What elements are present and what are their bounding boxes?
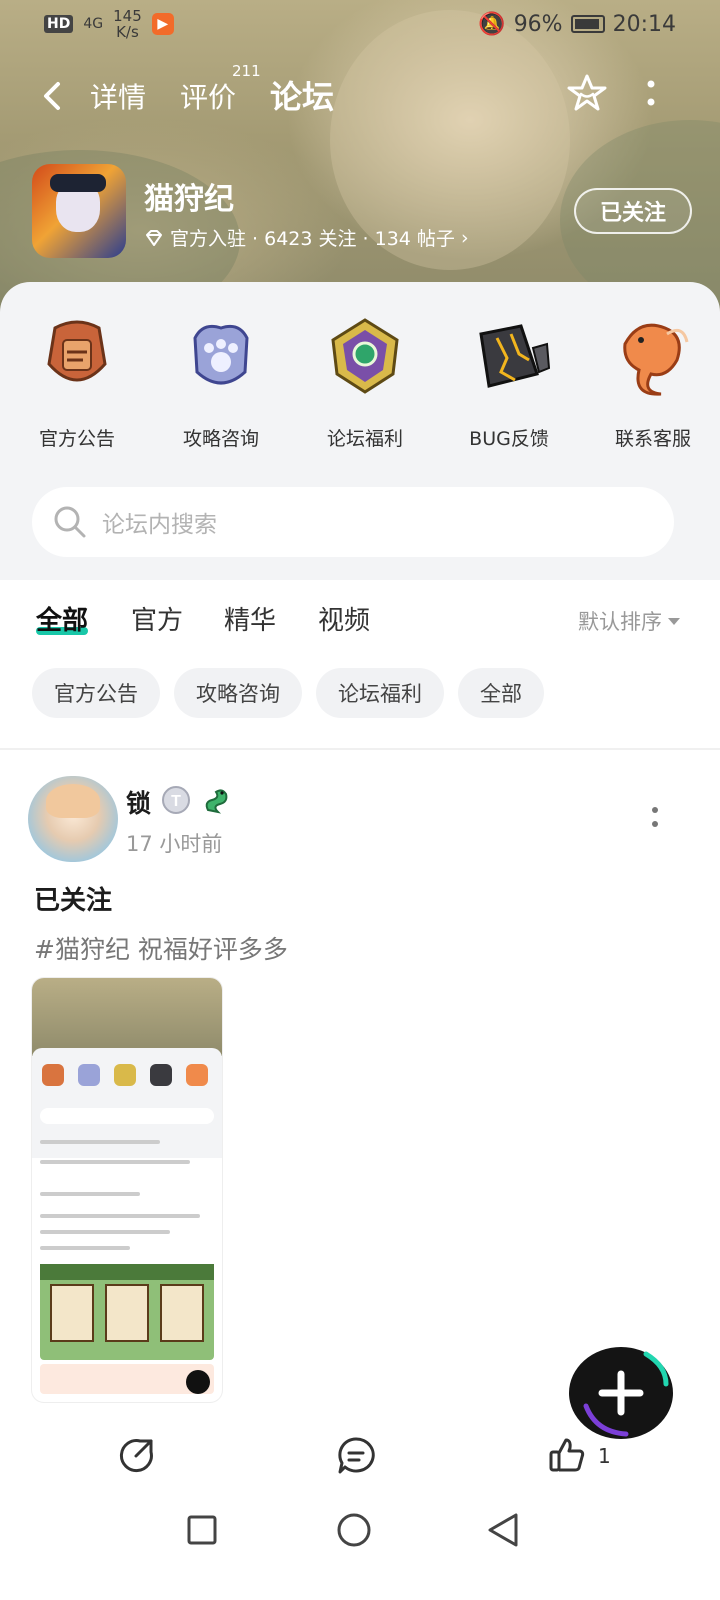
post-title[interactable]: 已关注: [34, 880, 112, 917]
category-label: 联系客服: [614, 428, 691, 450]
post-time: 17 小时前: [126, 832, 223, 856]
tab-detail[interactable]: 详情: [90, 76, 146, 116]
nav-back-icon[interactable]: [486, 1512, 520, 1548]
filter-tab-all[interactable]: 全部: [36, 600, 89, 637]
tab-review-label: 评价: [180, 81, 237, 114]
system-navigation-bar: [0, 1500, 720, 1600]
game-meta-text: 官方入驻 · 6423 关注 · 134 帖子: [170, 228, 455, 250]
back-arrow-icon[interactable]: [38, 78, 66, 114]
review-count: 211: [232, 62, 261, 80]
network-type: 4G: [83, 16, 104, 32]
recent-apps-icon[interactable]: [186, 1514, 218, 1546]
post-more-icon[interactable]: [650, 806, 660, 828]
filter-tab-official[interactable]: 官方: [131, 600, 183, 637]
tab-forum-label: 论坛: [270, 78, 335, 116]
category-welfare[interactable]: 论坛福利: [298, 314, 432, 451]
avatar[interactable]: [28, 776, 118, 862]
tab-review[interactable]: 评价 211: [180, 62, 261, 116]
level-badge-icon: T: [162, 786, 190, 814]
snake-badge-icon: [205, 789, 228, 814]
post-username[interactable]: 锁: [126, 784, 151, 820]
koi-fish-icon: [623, 323, 689, 396]
home-icon[interactable]: [336, 1512, 372, 1548]
post-text[interactable]: #猫狩纪 祝福好评多多: [34, 930, 288, 966]
svg-text:T: T: [171, 793, 181, 810]
caret-down-icon: [668, 617, 680, 625]
status-bar: HD 4G 145 K/s ▶ 🔕 96% 20:14: [0, 0, 720, 48]
more-options-icon[interactable]: [644, 78, 658, 108]
like-count: 1: [598, 1444, 611, 1468]
chip-official-announcement[interactable]: 官方公告: [32, 668, 160, 718]
category-customer-service[interactable]: 联系客服: [586, 314, 720, 451]
sort-label: 默认排序: [578, 610, 662, 634]
battery-icon: [570, 15, 605, 33]
network-speed: 145 K/s: [113, 7, 142, 41]
paw-badge-icon: [193, 324, 249, 385]
top-navigation: 详情 评价 211 论坛: [0, 62, 720, 124]
battery-percent: 96%: [513, 11, 563, 37]
search-placeholder: 论坛内搜索: [102, 512, 217, 538]
app-notification-icon: ▶: [151, 13, 174, 35]
favorite-star-icon[interactable]: [566, 72, 608, 114]
forum-category-panel: 官方公告 攻略咨询 论坛福利 BUG反馈 联系客服 论坛内搜索: [0, 282, 720, 580]
topic-chips: 官方公告 攻略咨询 论坛福利 全部: [32, 668, 544, 718]
game-app-icon[interactable]: [32, 164, 126, 258]
forum-search-bar[interactable]: 论坛内搜索: [32, 487, 674, 557]
hd-indicator: HD: [44, 15, 74, 33]
post-image-thumbnail[interactable]: [32, 978, 222, 1402]
section-divider: [0, 748, 720, 750]
silent-icon: 🔕: [478, 11, 506, 37]
search-icon: [54, 506, 86, 538]
category-strategy[interactable]: 攻略咨询: [154, 314, 288, 451]
chip-strategy[interactable]: 攻略咨询: [174, 668, 302, 718]
share-icon[interactable]: [118, 1436, 156, 1474]
follow-button[interactable]: 已关注: [574, 188, 692, 234]
filter-tab-video[interactable]: 视频: [318, 600, 370, 637]
filter-tab-label: 全部: [36, 606, 89, 636]
sort-dropdown[interactable]: 默认排序: [578, 606, 680, 636]
game-stats[interactable]: 官方入驻 · 6423 关注 · 134 帖子 ›: [144, 224, 469, 251]
comment-icon[interactable]: [336, 1436, 376, 1476]
tab-forum[interactable]: 论坛: [270, 72, 335, 120]
category-label: 官方公告: [38, 428, 115, 450]
category-label: 攻略咨询: [182, 428, 259, 450]
post-action-bar: 1: [0, 1420, 720, 1490]
game-info: 猫狩纪 官方入驻 · 6423 关注 · 134 帖子 › 已关注: [32, 164, 692, 260]
game-title: 猫狩纪: [144, 182, 234, 217]
broken-crystal-icon: [479, 324, 551, 388]
filter-tab-featured[interactable]: 精华: [224, 600, 276, 637]
announcement-badge-icon: [47, 320, 107, 382]
chip-welfare[interactable]: 论坛福利: [316, 668, 444, 718]
clock: 20:14: [612, 11, 676, 37]
category-label: 论坛福利: [326, 428, 403, 450]
game-header-banner: HD 4G 145K/s ▶ 🔕 96% 20:14 详情 评价 211 论坛: [0, 0, 720, 320]
gem-badge-icon: [331, 318, 399, 394]
thumbs-up-icon[interactable]: [548, 1436, 586, 1474]
post-filter-tabs: 全部 官方 精华 视频 默认排序: [0, 600, 720, 646]
category-bug-report[interactable]: BUG反馈: [442, 314, 576, 451]
verified-diamond-icon: [146, 229, 162, 246]
chevron-right-icon: ›: [460, 226, 469, 249]
chip-all[interactable]: 全部: [458, 668, 544, 718]
category-label: BUG反馈: [469, 428, 549, 450]
category-official-announcement[interactable]: 官方公告: [10, 314, 144, 451]
